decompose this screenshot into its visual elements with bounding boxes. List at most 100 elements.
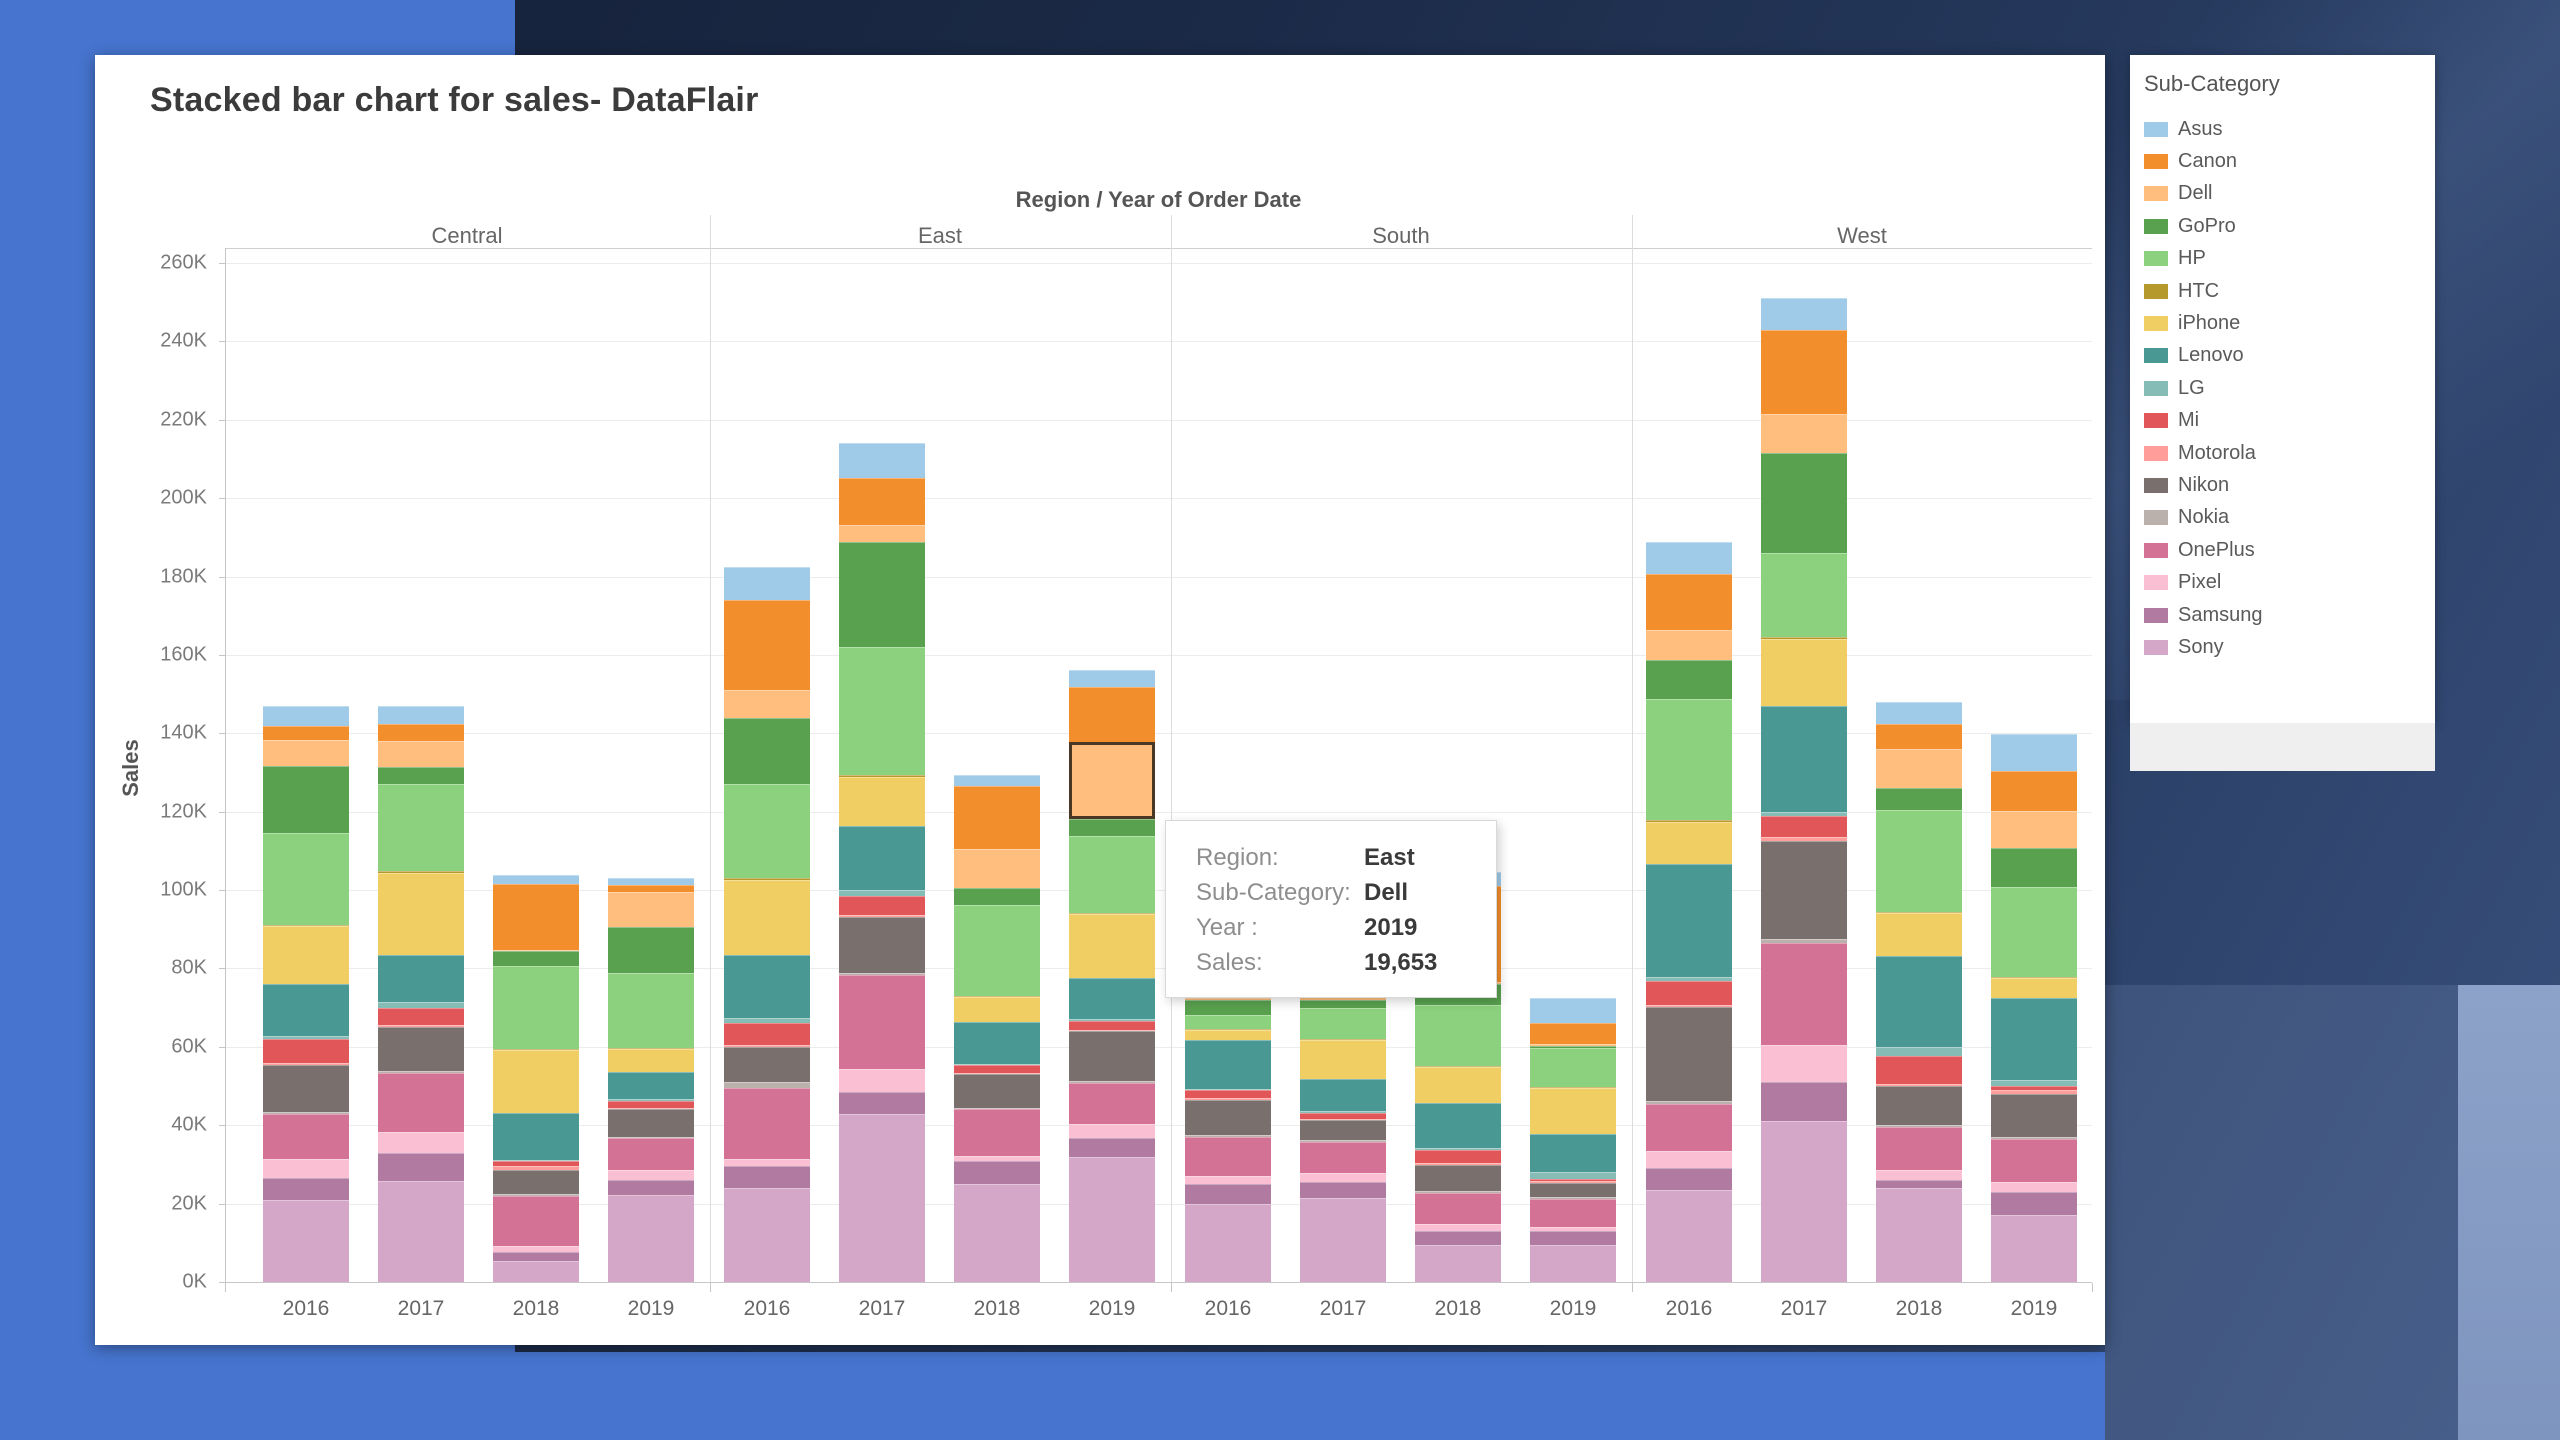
bar-segment-pixel[interactable] bbox=[493, 1246, 579, 1253]
bar-segment-iphone[interactable] bbox=[1761, 639, 1847, 706]
bar-segment-pixel[interactable] bbox=[839, 1069, 925, 1091]
bar-segment-mi[interactable] bbox=[1185, 1090, 1271, 1098]
bar-segment-dell[interactable] bbox=[1069, 742, 1155, 819]
bar-segment-mi[interactable] bbox=[954, 1065, 1040, 1073]
bar-segment-oneplus[interactable] bbox=[1761, 943, 1847, 1045]
bar-segment-gopro[interactable] bbox=[608, 927, 694, 973]
bar-segment-samsung[interactable] bbox=[1876, 1180, 1962, 1188]
bar-segment-lenovo[interactable] bbox=[1185, 1040, 1271, 1089]
bar-segment-pixel[interactable] bbox=[378, 1132, 464, 1154]
stacked-bar-west-2019[interactable] bbox=[1991, 734, 2077, 1282]
bar-segment-gopro[interactable] bbox=[1069, 819, 1155, 835]
bar-segment-sony[interactable] bbox=[1876, 1188, 1962, 1282]
bar-segment-nikon[interactable] bbox=[1300, 1120, 1386, 1140]
bar-segment-samsung[interactable] bbox=[1415, 1231, 1501, 1245]
bar-segment-canon[interactable] bbox=[1530, 1023, 1616, 1044]
bar-segment-dell[interactable] bbox=[1876, 749, 1962, 788]
bar-segment-iphone[interactable] bbox=[1300, 1040, 1386, 1079]
bar-segment-oneplus[interactable] bbox=[1185, 1137, 1271, 1176]
legend-item-iphone[interactable]: iPhone bbox=[2144, 307, 2435, 339]
bar-segment-dell[interactable] bbox=[839, 525, 925, 541]
bar-segment-iphone[interactable] bbox=[608, 1049, 694, 1072]
bar-segment-hp[interactable] bbox=[1991, 887, 2077, 977]
bar-segment-asus[interactable] bbox=[1646, 542, 1732, 573]
bar-segment-sony[interactable] bbox=[493, 1261, 579, 1282]
bar-segment-canon[interactable] bbox=[1761, 330, 1847, 414]
bar-segment-pixel[interactable] bbox=[608, 1170, 694, 1181]
bar-segment-asus[interactable] bbox=[1069, 670, 1155, 686]
bar-segment-lenovo[interactable] bbox=[608, 1072, 694, 1099]
legend-item-htc[interactable]: HTC bbox=[2144, 275, 2435, 307]
bar-segment-hp[interactable] bbox=[1300, 1008, 1386, 1039]
bar-segment-pixel[interactable] bbox=[1876, 1170, 1962, 1180]
bar-segment-gopro[interactable] bbox=[1876, 788, 1962, 810]
bar-segment-hp[interactable] bbox=[1761, 553, 1847, 637]
bar-segment-nikon[interactable] bbox=[1646, 1007, 1732, 1101]
bar-segment-hp[interactable] bbox=[1646, 699, 1732, 820]
bar-segment-sony[interactable] bbox=[839, 1114, 925, 1282]
legend-item-lg[interactable]: LG bbox=[2144, 372, 2435, 404]
stacked-bar-central-2018[interactable] bbox=[493, 874, 579, 1282]
bar-segment-dell[interactable] bbox=[263, 740, 349, 766]
bar-segment-iphone[interactable] bbox=[378, 873, 464, 956]
bar-segment-mi[interactable] bbox=[839, 896, 925, 916]
bar-segment-nikon[interactable] bbox=[954, 1074, 1040, 1107]
bar-segment-samsung[interactable] bbox=[724, 1166, 810, 1188]
bar-segment-sony[interactable] bbox=[1185, 1204, 1271, 1282]
bar-segment-canon[interactable] bbox=[724, 600, 810, 690]
bar-segment-canon[interactable] bbox=[1069, 687, 1155, 743]
bar-segment-dell[interactable] bbox=[608, 892, 694, 927]
legend-item-lenovo[interactable]: Lenovo bbox=[2144, 340, 2435, 372]
legend-item-mi[interactable]: Mi bbox=[2144, 405, 2435, 437]
bar-segment-lenovo[interactable] bbox=[724, 955, 810, 1018]
bar-segment-canon[interactable] bbox=[1876, 724, 1962, 749]
stacked-bar-central-2016[interactable] bbox=[263, 706, 349, 1282]
bar-segment-gopro[interactable] bbox=[1185, 1000, 1271, 1016]
bar-segment-gopro[interactable] bbox=[1761, 453, 1847, 553]
bar-segment-hp[interactable] bbox=[1530, 1048, 1616, 1087]
legend-item-sony[interactable]: Sony bbox=[2144, 631, 2435, 663]
bar-segment-nikon[interactable] bbox=[263, 1065, 349, 1112]
stacked-bar-west-2018[interactable] bbox=[1876, 702, 1962, 1282]
legend-item-asus[interactable]: Asus bbox=[2144, 113, 2435, 145]
bar-segment-canon[interactable] bbox=[839, 478, 925, 525]
bar-segment-nikon[interactable] bbox=[1761, 841, 1847, 939]
bar-segment-sony[interactable] bbox=[724, 1188, 810, 1282]
bar-segment-asus[interactable] bbox=[493, 875, 579, 884]
bar-segment-lenovo[interactable] bbox=[954, 1022, 1040, 1064]
stacked-bar-central-2019[interactable] bbox=[608, 878, 694, 1282]
bar-segment-hp[interactable] bbox=[1185, 1015, 1271, 1029]
bar-segment-hp[interactable] bbox=[493, 966, 579, 1049]
bar-segment-mi[interactable] bbox=[378, 1008, 464, 1025]
bar-segment-dell[interactable] bbox=[724, 690, 810, 717]
bar-segment-gopro[interactable] bbox=[839, 542, 925, 647]
bar-segment-asus[interactable] bbox=[839, 443, 925, 478]
bar-segment-canon[interactable] bbox=[608, 885, 694, 892]
bar-segment-pixel[interactable] bbox=[263, 1159, 349, 1179]
stacked-bar-west-2016[interactable] bbox=[1646, 542, 1732, 1282]
legend-item-hp[interactable]: HP bbox=[2144, 243, 2435, 275]
bar-segment-samsung[interactable] bbox=[1991, 1192, 2077, 1216]
bar-segment-sony[interactable] bbox=[954, 1184, 1040, 1282]
bar-segment-oneplus[interactable] bbox=[1646, 1104, 1732, 1151]
bar-segment-sony[interactable] bbox=[1300, 1198, 1386, 1282]
bar-segment-lenovo[interactable] bbox=[1646, 864, 1732, 978]
bar-segment-sony[interactable] bbox=[378, 1181, 464, 1282]
bar-segment-lenovo[interactable] bbox=[1991, 998, 2077, 1080]
bar-segment-canon[interactable] bbox=[954, 786, 1040, 850]
bar-segment-mi[interactable] bbox=[263, 1039, 349, 1064]
legend-item-samsung[interactable]: Samsung bbox=[2144, 599, 2435, 631]
bar-segment-samsung[interactable] bbox=[1069, 1138, 1155, 1158]
bar-segment-mi[interactable] bbox=[1646, 981, 1732, 1005]
bar-segment-iphone[interactable] bbox=[1415, 1067, 1501, 1102]
bar-segment-dell[interactable] bbox=[1991, 811, 2077, 848]
bar-segment-gopro[interactable] bbox=[724, 718, 810, 785]
bar-segment-nikon[interactable] bbox=[1185, 1100, 1271, 1135]
bar-segment-iphone[interactable] bbox=[263, 926, 349, 984]
bar-segment-mi[interactable] bbox=[1415, 1150, 1501, 1164]
bar-segment-samsung[interactable] bbox=[1646, 1168, 1732, 1190]
bar-segment-gopro[interactable] bbox=[954, 888, 1040, 904]
stacked-bar-west-2017[interactable] bbox=[1761, 298, 1847, 1282]
bar-segment-iphone[interactable] bbox=[493, 1050, 579, 1113]
stacked-bar-south-2016[interactable] bbox=[1185, 976, 1271, 1282]
